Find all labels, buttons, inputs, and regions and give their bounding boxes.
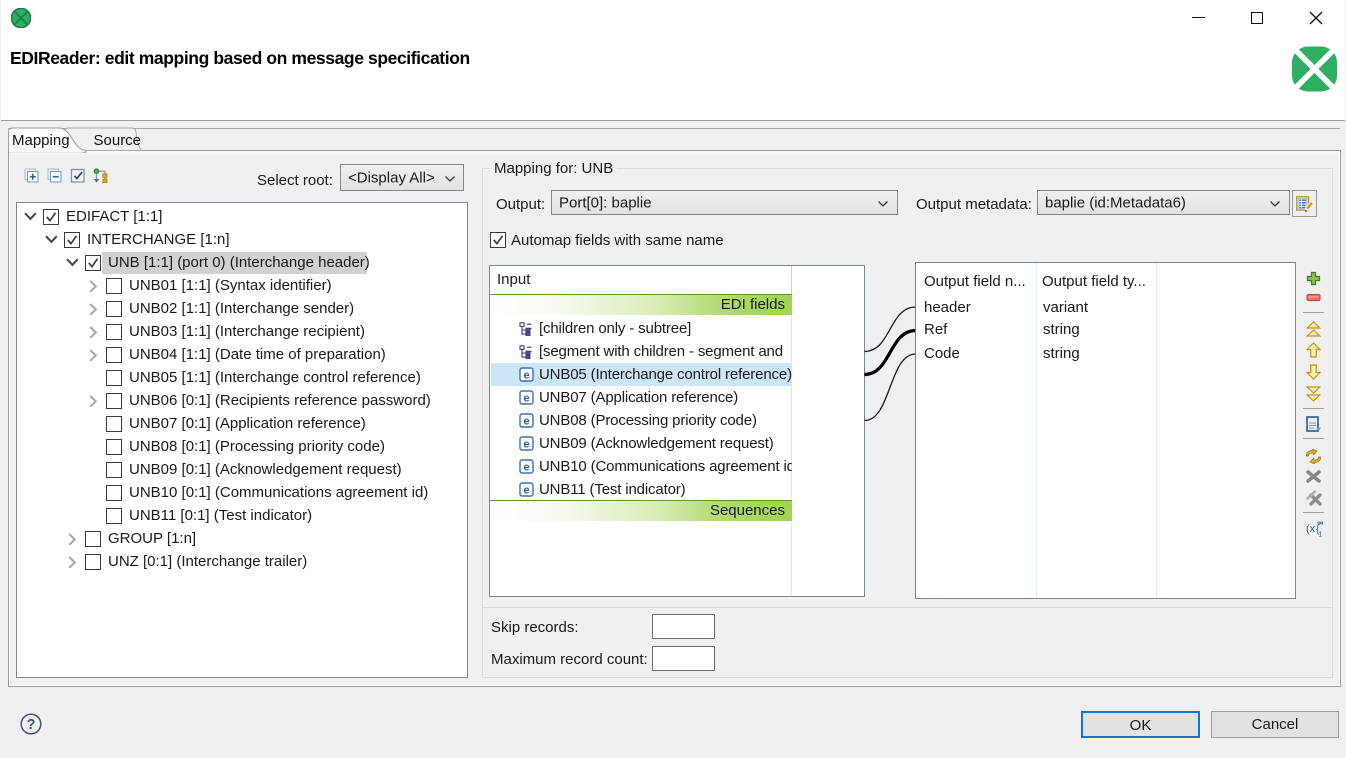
- svg-text:1: 1: [1319, 532, 1323, 538]
- svg-text:?: ?: [27, 717, 36, 733]
- svg-text:e: e: [523, 369, 529, 381]
- svg-text:e: e: [523, 484, 529, 496]
- svg-text:(x: (x: [1306, 523, 1316, 535]
- svg-text:e: e: [523, 392, 529, 404]
- svg-text:e: e: [523, 415, 529, 427]
- svg-text:e: e: [523, 438, 529, 450]
- svg-text:e: e: [523, 461, 529, 473]
